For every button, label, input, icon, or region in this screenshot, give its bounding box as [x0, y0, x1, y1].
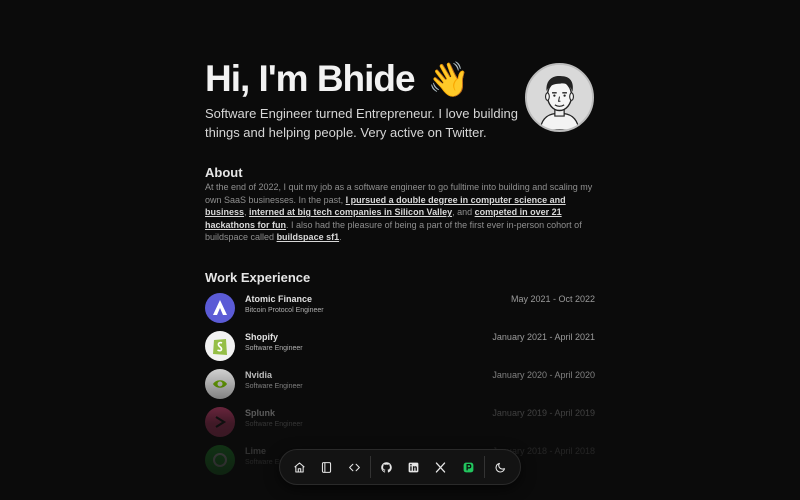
home-button[interactable]: [286, 453, 313, 481]
work-experience-heading: Work Experience: [205, 270, 311, 285]
about-text-segment: .: [339, 232, 342, 243]
shopify-logo: [205, 331, 235, 361]
hero-subtitle: Software Engineer turned Entrepreneur. I…: [205, 106, 518, 140]
job-role: Software Engineer: [245, 421, 303, 428]
work-item-splunk[interactable]: Splunk Software Engineer January 2019 - …: [205, 407, 595, 445]
company-name: Lime: [245, 446, 267, 456]
avatar-illustration: [527, 65, 592, 130]
job-dates: January 2019 - April 2019: [492, 408, 595, 418]
linkedin-icon: [408, 462, 419, 472]
projects-button[interactable]: [341, 453, 368, 481]
main-content: Hi, I'm Bhide 👋 Software Engineer turned…: [205, 0, 595, 475]
bottom-dock: [279, 449, 521, 485]
waving-hand-emoji: 👋: [427, 61, 470, 99]
home-icon: [294, 462, 305, 472]
avatar: [525, 63, 594, 132]
work-item-shopify[interactable]: Shopify Software Engineer January 2021 -…: [205, 331, 595, 369]
gumroad-icon: [463, 462, 474, 472]
splunk-logo: [205, 407, 235, 437]
github-link[interactable]: [373, 453, 400, 481]
greeting-text: Hi, I'm Bhide: [205, 58, 416, 99]
dock-separator: [369, 456, 371, 478]
link-internships[interactable]: interned at big tech companies in Silico…: [249, 207, 452, 217]
code-icon: [348, 463, 360, 471]
dock-separator: [483, 456, 485, 478]
linkedin-link[interactable]: [400, 453, 427, 481]
about-paragraph: At the end of 2022, I quit my job as a s…: [205, 181, 595, 244]
about-heading: About: [205, 165, 243, 180]
about-text-segment: , and: [452, 207, 475, 218]
job-dates: May 2021 - Oct 2022: [510, 294, 595, 304]
lime-logo: [205, 445, 235, 475]
theme-toggle-button[interactable]: [487, 453, 514, 481]
gumroad-link[interactable]: [455, 453, 482, 481]
notebook-icon: [322, 461, 332, 473]
work-item-atomic-finance[interactable]: Atomic Finance Bitcoin Protocol Engineer…: [205, 293, 595, 331]
x-twitter-link[interactable]: [427, 453, 454, 481]
company-name: Atomic Finance: [245, 294, 313, 304]
job-role: Software Engineer: [245, 383, 303, 390]
blog-button[interactable]: [313, 453, 340, 481]
page-title: Hi, I'm Bhide 👋: [205, 58, 470, 100]
job-role: Software Engineer: [245, 345, 303, 352]
x-icon: [436, 461, 446, 473]
company-name: Nvidia: [245, 370, 273, 380]
github-icon: [381, 461, 392, 473]
work-item-nvidia[interactable]: Nvidia Software Engineer January 2020 - …: [205, 369, 595, 407]
company-name: Shopify: [245, 332, 278, 342]
job-role: Bitcoin Protocol Engineer: [245, 307, 324, 314]
link-buildspace[interactable]: buildspace sf1: [277, 232, 340, 242]
job-dates: January 2021 - April 2021: [492, 332, 595, 342]
hero-section: Hi, I'm Bhide 👋 Software Engineer turned…: [205, 0, 595, 140]
moon-icon: [495, 462, 505, 472]
job-dates: January 2020 - April 2020: [492, 370, 595, 380]
atomic-finance-logo: [205, 293, 235, 323]
nvidia-logo: [205, 369, 235, 399]
portfolio-page: Hi, I'm Bhide 👋 Software Engineer turned…: [0, 0, 800, 500]
company-name: Splunk: [245, 408, 276, 418]
